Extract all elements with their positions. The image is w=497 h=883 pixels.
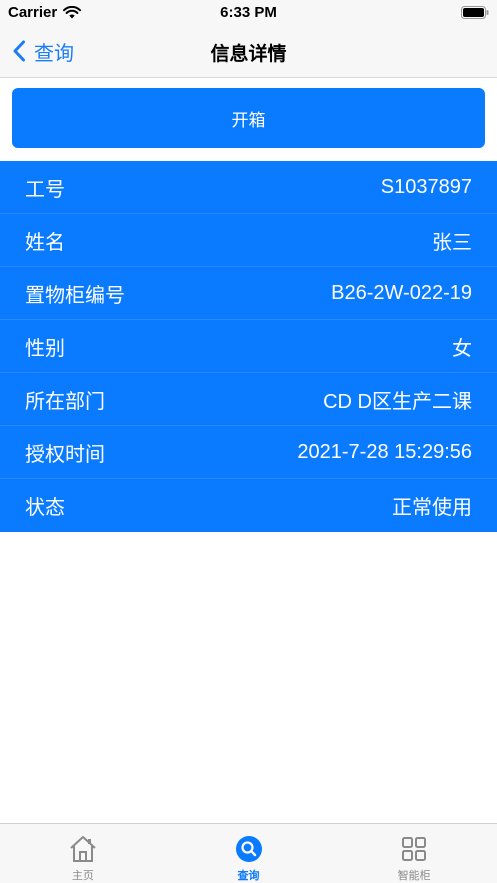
info-row-value: 张三 <box>432 231 472 254</box>
tab-bar: 主页 查询 智能柜 <box>0 823 497 883</box>
search-icon <box>234 834 264 863</box>
chevron-left-icon <box>13 40 25 62</box>
tab-query[interactable]: 查询 <box>166 824 332 883</box>
info-row-status: 状态 正常使用 <box>0 479 497 532</box>
info-row-label: 工号 <box>25 178 65 201</box>
info-row-label: 性别 <box>25 337 65 360</box>
page-title: 信息详情 <box>210 44 287 65</box>
home-icon <box>68 834 98 863</box>
navigation-bar: 查询 信息详情 <box>0 26 497 78</box>
info-list: 工号 S1037897 姓名 张三 置物柜编号 B26-2W-022-19 性别… <box>0 161 497 532</box>
tab-label: 查询 <box>237 870 260 882</box>
grid-icon <box>399 834 429 863</box>
info-row-value: 女 <box>452 337 472 360</box>
info-row-value: B26-2W-022-19 <box>331 281 472 304</box>
back-button[interactable]: 查询 <box>12 36 74 66</box>
clock: 6:33 PM <box>220 4 277 21</box>
info-row-employee-id: 工号 S1037897 <box>0 161 497 214</box>
info-row-gender: 性别 女 <box>0 320 497 373</box>
tab-home[interactable]: 主页 <box>0 824 166 883</box>
info-row-value: 2021-7-28 15:29:56 <box>297 440 472 463</box>
back-button-label: 查询 <box>34 42 74 65</box>
info-row-value: 正常使用 <box>392 497 472 519</box>
tab-label: 智能柜 <box>397 870 431 882</box>
battery-icon <box>461 6 489 19</box>
info-row-value: CD D区生产二课 <box>323 390 472 413</box>
tab-smart-locker[interactable]: 智能柜 <box>331 824 497 883</box>
info-row-label: 状态 <box>25 497 65 519</box>
info-row-locker-number: 置物柜编号 B26-2W-022-19 <box>0 267 497 320</box>
info-row-label: 姓名 <box>25 231 65 254</box>
info-row-label: 置物柜编号 <box>25 284 125 307</box>
tab-label: 主页 <box>71 870 94 882</box>
info-row-department: 所在部门 CD D区生产二课 <box>0 373 497 426</box>
info-row-label: 授权时间 <box>25 443 105 466</box>
info-row-name: 姓名 张三 <box>0 214 497 267</box>
info-row-label: 所在部门 <box>25 390 105 413</box>
info-row-value: S1037897 <box>380 175 472 198</box>
status-bar: Carrier 6:33 PM <box>0 0 497 26</box>
info-row-auth-time: 授权时间 2021-7-28 15:29:56 <box>0 426 497 479</box>
open-locker-button[interactable]: 开箱 <box>12 88 485 148</box>
